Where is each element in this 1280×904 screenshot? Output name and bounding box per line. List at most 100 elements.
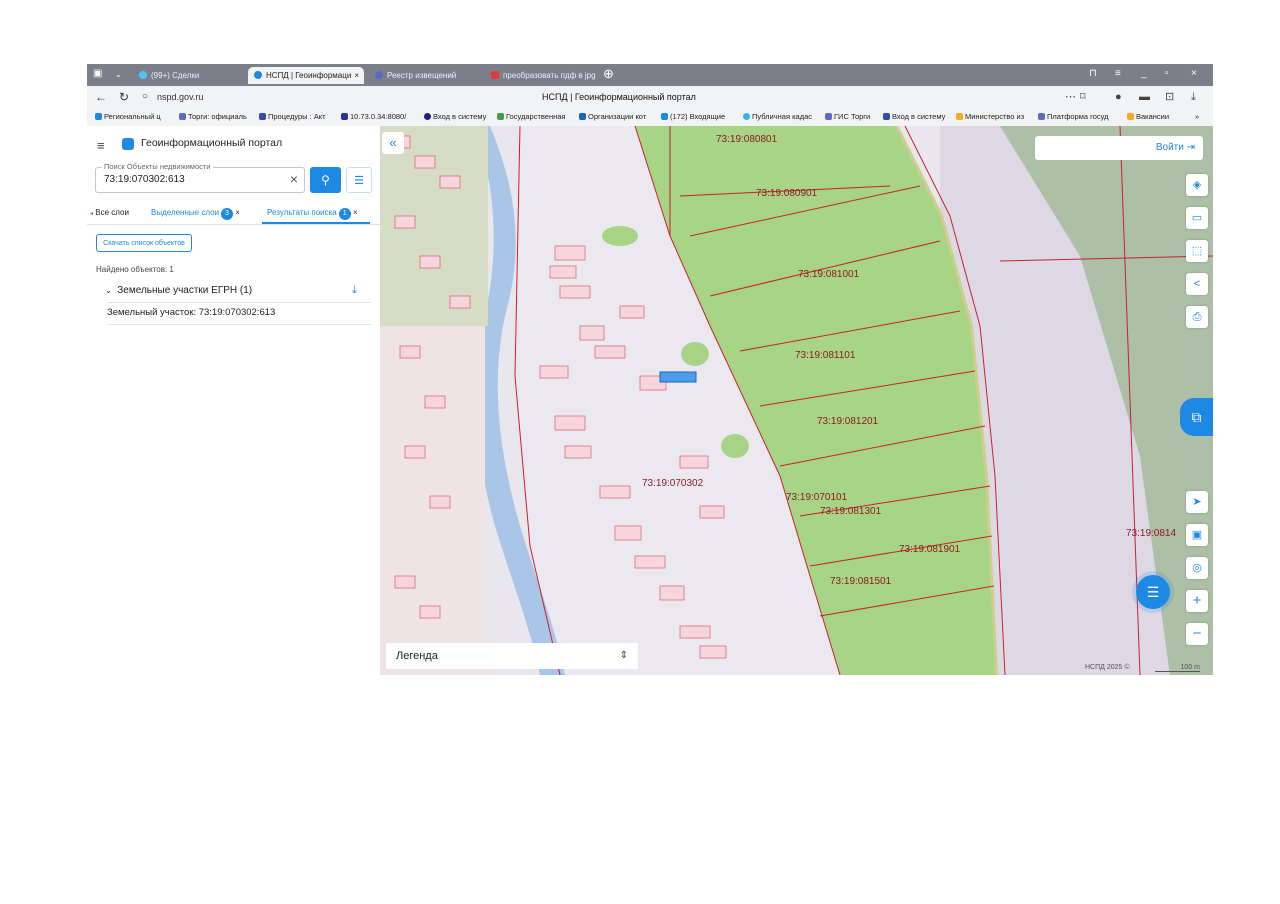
tabs-dropdown-icon[interactable]: ⌄	[115, 70, 122, 79]
legend-toggle[interactable]: Легенда ⇕	[386, 643, 638, 669]
tab-label: НСПД | Геоинформаци	[266, 71, 352, 80]
bookmark-item[interactable]: Торги: официаль	[179, 108, 247, 126]
map-view[interactable]: « 73:19:080801 73:19:080901 73:19:081001…	[380, 126, 1213, 675]
results-count-badge: 1	[338, 208, 351, 220]
tab-nspd[interactable]: НСПД | Геоинформаци ×	[248, 67, 364, 84]
restore-icon[interactable]: ▫	[1165, 68, 1169, 79]
more-icon[interactable]: ⋯	[1065, 86, 1076, 108]
emblem-icon	[375, 71, 383, 79]
bookmark-item[interactable]: (172) Входящие	[661, 108, 725, 126]
zoom-in-button[interactable]: +	[1186, 590, 1208, 612]
bookmark-item[interactable]: 10.73.0.34:8080/	[341, 108, 406, 126]
tab-search-results[interactable]: Результаты поиска 1 ×	[267, 202, 358, 224]
selected-parcel[interactable]	[659, 371, 697, 383]
bookmark-label: Публичная кадас	[752, 112, 813, 121]
locate-button[interactable]: ➤	[1186, 491, 1208, 513]
tab-sdelki[interactable]: (99+) Сделки	[133, 67, 243, 84]
result-group[interactable]: ⌄ Земельные участки ЕГРН (1)	[105, 285, 252, 296]
bookmark-item[interactable]: Министерство из	[956, 108, 1024, 126]
browser-menu-icon[interactable]: ▣	[93, 68, 102, 79]
downloads-icon[interactable]: ⤓	[1191, 86, 1196, 108]
share-button[interactable]: <	[1186, 273, 1208, 295]
minimap-button[interactable]: ▣	[1186, 524, 1208, 546]
left-panel: ≡ Геоинформационный портал Поиск Объекты…	[87, 126, 380, 675]
extension-icon[interactable]: ●	[1115, 86, 1122, 108]
bookmark-item[interactable]: Процедуры : Акт	[259, 108, 326, 126]
bookmark-item[interactable]: ГИС Торги	[825, 108, 870, 126]
bookmark-label: Платформа госуд	[1047, 112, 1109, 121]
bookmark-label: Вход в систему	[892, 112, 946, 121]
bookmark-item[interactable]: Государственная	[497, 108, 565, 126]
search-field[interactable]: Поиск Объекты недвижимости 73:19:070302:…	[95, 162, 305, 193]
plus-icon: +	[1192, 592, 1202, 609]
map-icon	[743, 113, 750, 120]
parcel-label: 73:19:080901	[756, 188, 818, 199]
tab-all-layers[interactable]: ◂ Все слои	[90, 202, 129, 225]
clear-icon[interactable]: ×	[290, 171, 298, 187]
tab-selected-layers[interactable]: Выделенные слои 3 ×	[151, 202, 240, 224]
login-button[interactable]: Войти ⇥	[1035, 136, 1203, 160]
map-canvas	[380, 126, 1213, 675]
vpn-icon[interactable]: ▬	[1139, 86, 1150, 108]
filter-button[interactable]: ☰	[346, 167, 372, 193]
bookmark-item[interactable]: Платформа госуд	[1038, 108, 1109, 126]
tab-pdf[interactable]: преобразовать пдф в jpg	[485, 67, 597, 84]
reload-icon[interactable]: ↻	[119, 86, 129, 108]
close-window-icon[interactable]: ×	[1191, 68, 1197, 79]
search-input[interactable]: 73:19:070302:613	[104, 174, 185, 185]
download-list-button[interactable]: Скачать список объектов	[96, 234, 192, 252]
map-tree-patch	[681, 342, 709, 366]
zoom-out-button[interactable]: −	[1186, 623, 1208, 645]
parcel-label: 73:19:081101	[795, 350, 856, 361]
tab-label: преобразовать пдф в jpg	[503, 71, 596, 80]
emblem-icon	[1038, 113, 1045, 120]
search-button[interactable]: ⚲	[310, 167, 341, 193]
collapse-panel-button[interactable]: «	[382, 132, 404, 154]
download-icon[interactable]: ⤓	[352, 284, 357, 297]
minus-icon: −	[1192, 625, 1202, 642]
back-icon[interactable]: ←	[95, 86, 107, 108]
bookmark-item[interactable]: Организации кот	[579, 108, 646, 126]
bookmark-label: Процедуры : Акт	[268, 112, 326, 121]
ruler-icon: ▭	[1191, 212, 1203, 224]
bookmark-item[interactable]: Вакансии	[1127, 108, 1169, 126]
print-button[interactable]: ⎙	[1186, 306, 1208, 328]
bookmark-label: Вход в систему	[433, 112, 487, 121]
emblem-icon	[825, 113, 832, 120]
select-area-button[interactable]: ⬚	[1186, 240, 1208, 262]
double-chevron-left-icon: «	[389, 135, 397, 150]
side-panel-tab[interactable]: ⧉	[1180, 398, 1213, 436]
url-field[interactable]: nspd.gov.ru	[157, 86, 203, 108]
navigation-icon: ➤	[1192, 496, 1202, 508]
measure-button[interactable]: ▭	[1186, 207, 1208, 229]
close-tab-icon[interactable]: ×	[354, 67, 359, 84]
close-icon[interactable]: ×	[353, 208, 358, 217]
tab-reestr[interactable]: Реестр извещений	[369, 67, 479, 84]
bookmarks-more-icon[interactable]: »	[1195, 108, 1199, 126]
gear-icon	[259, 113, 266, 120]
ministry-icon	[956, 113, 963, 120]
copyright: НСПД 2025 ©	[1085, 664, 1130, 671]
menu-icon[interactable]: ≡	[97, 138, 105, 153]
close-icon[interactable]: ×	[235, 208, 240, 217]
layers-button[interactable]: ◈	[1186, 174, 1208, 196]
chevron-down-icon: ⌄	[105, 286, 112, 295]
login-label: Войти	[1155, 142, 1184, 153]
minimize-icon[interactable]: _	[1141, 68, 1147, 79]
bookmark-item[interactable]: Публичная кадас	[743, 108, 812, 126]
reader-icon[interactable]: ⊡	[1165, 86, 1174, 108]
new-tab-icon[interactable]: ⊕	[603, 66, 614, 82]
hamburger-icon[interactable]: ≡	[1115, 68, 1121, 79]
bookmark-icon[interactable]: ⌑	[1080, 86, 1086, 108]
chat-button[interactable]: ☰	[1136, 575, 1170, 609]
bookmark-item[interactable]: Вход в систему	[883, 108, 945, 126]
bookmark-item[interactable]: Вход в систему	[424, 108, 486, 126]
result-item[interactable]: Земельный участок: 73:19:070302:613	[107, 302, 371, 325]
bookmark-panel-icon[interactable]: ⊓	[1089, 68, 1097, 79]
parcel-label: 73:19:081001	[798, 269, 860, 280]
portal-title: Геоинформационный портал	[141, 137, 283, 149]
geo-button[interactable]: ◎	[1186, 557, 1208, 579]
site-info-icon[interactable]: ○	[142, 86, 148, 108]
bookmark-item[interactable]: Региональный ц	[95, 108, 161, 126]
nspd-icon	[254, 71, 262, 79]
